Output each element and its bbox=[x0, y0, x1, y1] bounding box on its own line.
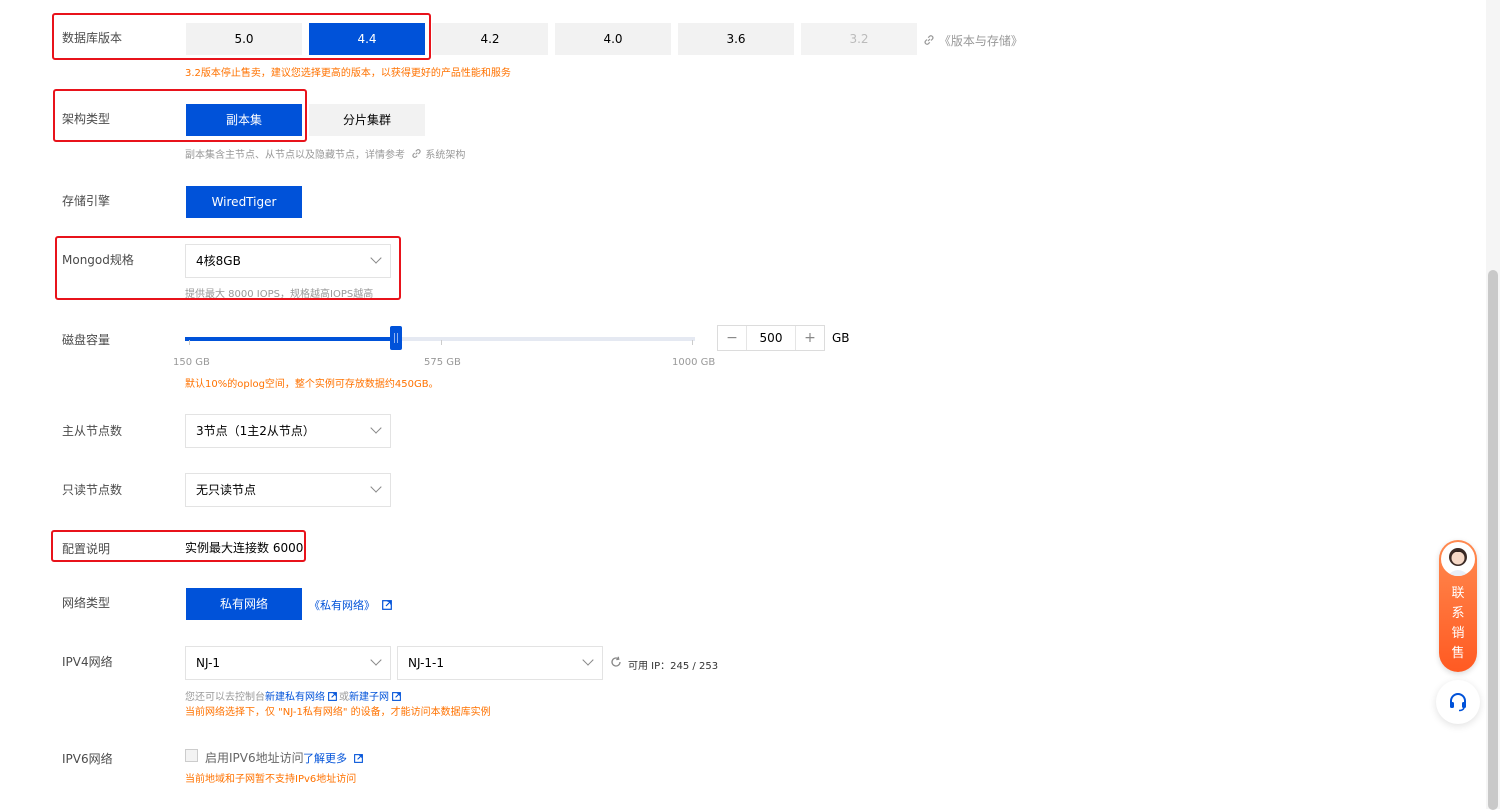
version-label: 数据库版本 bbox=[62, 31, 123, 45]
ipv6-label: IPV6网络 bbox=[62, 752, 113, 766]
disk-max-label: 1000 GB bbox=[672, 357, 716, 368]
disk-stepper[interactable]: − 500 + bbox=[717, 325, 825, 351]
subnet-select[interactable]: NJ-1-1 bbox=[397, 646, 603, 680]
refresh-icon[interactable] bbox=[610, 656, 622, 668]
ipv6-learn-more[interactable]: 了解更多 bbox=[303, 750, 363, 766]
readonly-select[interactable]: 无只读节点 bbox=[185, 473, 391, 507]
new-vpc-link[interactable]: 新建私有网络 bbox=[265, 692, 325, 703]
ipv4-hint-prefix: 您还可以去控制台 bbox=[185, 692, 265, 703]
external-link-icon bbox=[381, 600, 392, 610]
chevron-down-icon bbox=[582, 654, 594, 666]
vpc-doc-link-text: 《私有网络》 bbox=[309, 599, 375, 612]
external-link-icon bbox=[353, 754, 363, 763]
arch-label: 架构类型 bbox=[62, 112, 111, 126]
spec-select[interactable]: 4核8GB bbox=[185, 244, 391, 278]
version-option-3-6[interactable]: 3.6 bbox=[678, 23, 794, 55]
customer-service-button[interactable] bbox=[1436, 680, 1480, 724]
chevron-down-icon bbox=[370, 654, 382, 666]
new-subnet-link[interactable]: 新建子网 bbox=[349, 692, 389, 703]
contact-sales-text: 联 系 销 售 bbox=[1451, 586, 1465, 661]
version-warning: 3.2版本停止售卖，建议您选择更高的版本，以获得更好的产品性能和服务 bbox=[185, 68, 511, 79]
available-ip: 可用 IP：245 / 253 bbox=[628, 661, 719, 672]
chevron-down-icon bbox=[370, 422, 382, 434]
network-type-label: 网络类型 bbox=[62, 596, 111, 610]
ipv6-checkbox[interactable] bbox=[185, 749, 198, 762]
contact-sales-button[interactable]: 联 系 销 售 bbox=[1439, 540, 1477, 672]
readonly-select-value: 无只读节点 bbox=[196, 483, 257, 497]
disk-slider[interactable] bbox=[185, 326, 695, 350]
arch-hint-text: 副本集含主节点、从节点以及隐藏节点，详情参考 bbox=[185, 150, 405, 161]
arch-option-replica-set[interactable]: 副本集 bbox=[186, 104, 302, 136]
disk-plus-button[interactable]: + bbox=[795, 326, 824, 350]
arch-hint-link[interactable]: 系统架构 bbox=[425, 150, 465, 161]
version-option-5-0[interactable]: 5.0 bbox=[186, 23, 302, 55]
scrollbar-thumb[interactable] bbox=[1488, 270, 1498, 810]
avatar bbox=[1441, 542, 1475, 576]
config-label: 配置说明 bbox=[62, 542, 111, 556]
disk-label: 磁盘容量 bbox=[62, 333, 111, 347]
ipv6-warning: 当前地域和子网暂不支持IPv6地址访问 bbox=[185, 774, 357, 785]
version-option-3-2: 3.2 bbox=[801, 23, 917, 55]
spec-select-value: 4核8GB bbox=[196, 254, 241, 268]
subnet-select-value: NJ-1-1 bbox=[408, 656, 445, 670]
vpc-doc-link[interactable]: 《私有网络》 bbox=[309, 597, 392, 613]
chevron-down-icon bbox=[370, 252, 382, 264]
slider-tick-min bbox=[189, 340, 190, 345]
link-icon bbox=[924, 35, 934, 45]
spec-label: Mongod规格 bbox=[62, 253, 134, 267]
disk-warning: 默认10%的oplog空间，整个实例可存放数据约450GB。 bbox=[185, 379, 439, 390]
ipv4-warning: 当前网络选择下，仅 "NJ-1私有网络" 的设备，才能访问本数据库实例 bbox=[185, 707, 491, 718]
arch-hint: 副本集含主节点、从节点以及隐藏节点，详情参考 系统架构 bbox=[185, 146, 465, 161]
slider-tick-max bbox=[692, 340, 693, 345]
spec-hint: 提供最大 8000 IOPS，规格越高IOPS越高 bbox=[185, 289, 374, 300]
network-type-option-vpc[interactable]: 私有网络 bbox=[186, 588, 302, 620]
config-value: 实例最大连接数 6000 bbox=[185, 541, 304, 555]
slider-handle[interactable] bbox=[390, 326, 403, 350]
external-link-icon bbox=[392, 692, 401, 701]
arch-option-sharded-cluster[interactable]: 分片集群 bbox=[309, 104, 425, 136]
disk-mid-label: 575 GB bbox=[424, 357, 461, 368]
version-doc-link-text: 《版本与存储》 bbox=[938, 34, 1023, 48]
nodes-label: 主从节点数 bbox=[62, 424, 123, 438]
slider-fill bbox=[185, 337, 397, 341]
chevron-down-icon bbox=[370, 481, 382, 493]
slider-tick-mid bbox=[441, 340, 442, 345]
page-scrollbar[interactable] bbox=[1486, 0, 1500, 810]
ipv4-hint: 您还可以去控制台新建私有网络 或新建子网 bbox=[185, 688, 401, 703]
ipv6-checkbox-label: 启用IPV6地址访问 bbox=[205, 751, 304, 765]
version-option-4-2[interactable]: 4.2 bbox=[432, 23, 548, 55]
vpc-select[interactable]: NJ-1 bbox=[185, 646, 391, 680]
disk-unit: GB bbox=[832, 331, 850, 345]
version-option-4-0[interactable]: 4.0 bbox=[555, 23, 671, 55]
external-link-icon bbox=[328, 692, 337, 701]
ipv6-learn-more-text: 了解更多 bbox=[303, 752, 347, 765]
ipv4-hint-or: 或 bbox=[339, 692, 349, 703]
link-icon bbox=[412, 149, 421, 158]
disk-minus-button[interactable]: − bbox=[718, 326, 747, 350]
engine-label: 存储引擎 bbox=[62, 194, 111, 208]
headset-icon bbox=[1450, 693, 1466, 712]
ipv4-label: IPV4网络 bbox=[62, 655, 113, 669]
nodes-select-value: 3节点（1主2从节点） bbox=[196, 424, 315, 438]
disk-min-label: 150 GB bbox=[173, 357, 210, 368]
engine-option-wiredtiger[interactable]: WiredTiger bbox=[186, 186, 302, 218]
disk-value-input[interactable]: 500 bbox=[746, 326, 796, 350]
readonly-label: 只读节点数 bbox=[62, 483, 123, 497]
version-doc-link[interactable]: 《版本与存储》 bbox=[923, 32, 1023, 49]
version-option-4-4[interactable]: 4.4 bbox=[309, 23, 425, 55]
nodes-select[interactable]: 3节点（1主2从节点） bbox=[185, 414, 391, 448]
vpc-select-value: NJ-1 bbox=[196, 656, 221, 670]
